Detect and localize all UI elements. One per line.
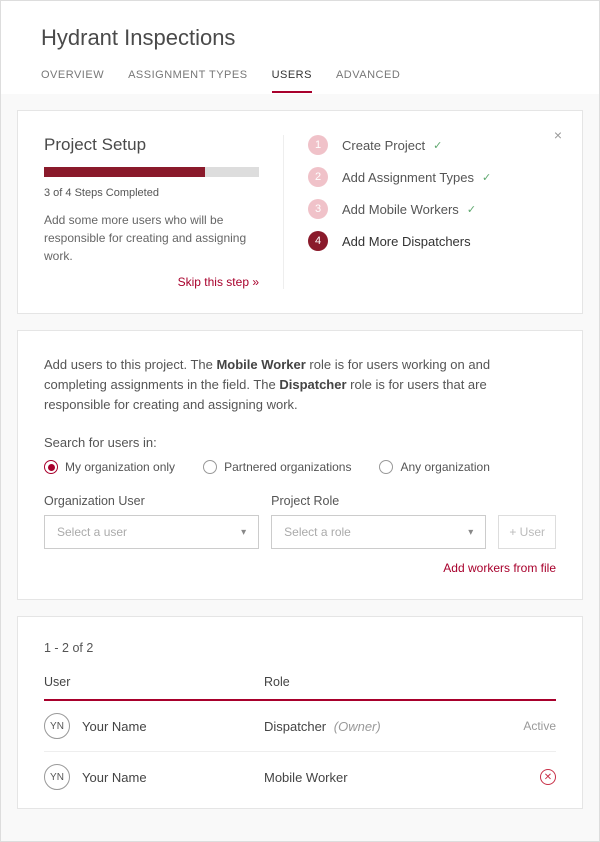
tabs: OVERVIEW ASSIGNMENT TYPES USERS ADVANCED — [41, 69, 559, 94]
progress-label: 3 of 4 Steps Completed — [44, 187, 259, 199]
radio-icon — [379, 460, 393, 474]
user-role: Mobile Worker — [264, 770, 348, 785]
user-role-suffix: (Owner) — [334, 719, 381, 734]
radio-my-org[interactable]: My organization only — [44, 460, 175, 474]
add-workers-from-file-link[interactable]: Add workers from file — [44, 561, 556, 575]
tab-assignment-types[interactable]: ASSIGNMENT TYPES — [128, 69, 247, 93]
users-table-panel: 1 - 2 of 2 User Role YN Your Name Dispat… — [17, 616, 583, 809]
radio-icon — [44, 460, 58, 474]
check-icon: ✓ — [433, 139, 442, 152]
tab-users[interactable]: USERS — [272, 69, 312, 93]
step-label: Create Project — [342, 138, 425, 153]
project-setup-panel: Project Setup 3 of 4 Steps Completed Add… — [17, 110, 583, 314]
add-user-button[interactable]: + User — [498, 515, 556, 549]
search-scope-label: Search for users in: — [44, 435, 556, 450]
step-badge: 3 — [308, 199, 328, 219]
org-user-select[interactable]: Select a user ▾ — [44, 515, 259, 549]
table-row: YN Your Name Dispatcher (Owner) Active — [44, 701, 556, 752]
radio-any-org[interactable]: Any organization — [379, 460, 489, 474]
step-badge: 4 — [308, 231, 328, 251]
table-header: User Role — [44, 675, 556, 701]
skip-step-link[interactable]: Skip this step » — [44, 275, 259, 289]
delete-row-button[interactable]: ✕ — [540, 769, 556, 785]
tab-overview[interactable]: OVERVIEW — [41, 69, 104, 93]
step-create-project: 1 Create Project ✓ — [308, 135, 556, 155]
progress-bar — [44, 167, 259, 177]
project-role-select[interactable]: Select a role ▾ — [271, 515, 486, 549]
step-add-more-dispatchers: 4 Add More Dispatchers — [308, 231, 556, 251]
step-add-mobile-workers: 3 Add Mobile Workers ✓ — [308, 199, 556, 219]
step-badge: 2 — [308, 167, 328, 187]
step-add-assignment-types: 2 Add Assignment Types ✓ — [308, 167, 556, 187]
page-title: Hydrant Inspections — [41, 25, 559, 51]
step-label: Add Assignment Types — [342, 170, 474, 185]
avatar: YN — [44, 713, 70, 739]
row-count: 1 - 2 of 2 — [44, 641, 556, 655]
check-icon: ✓ — [482, 171, 491, 184]
check-icon: ✓ — [467, 203, 476, 216]
radio-partnered-orgs[interactable]: Partnered organizations — [203, 460, 351, 474]
radio-icon — [203, 460, 217, 474]
setup-description: Add some more users who will be responsi… — [44, 211, 259, 265]
step-badge: 1 — [308, 135, 328, 155]
users-intro-text: Add users to this project. The Mobile Wo… — [44, 355, 556, 415]
status-badge: Active — [523, 719, 556, 733]
user-role: Dispatcher — [264, 719, 326, 734]
add-users-panel: Add users to this project. The Mobile Wo… — [17, 330, 583, 600]
step-label: Add Mobile Workers — [342, 202, 459, 217]
step-label: Add More Dispatchers — [342, 234, 471, 249]
user-name: Your Name — [82, 719, 147, 734]
chevron-down-icon: ▾ — [468, 527, 473, 538]
search-scope-radios: My organization only Partnered organizat… — [44, 460, 556, 474]
col-header-role: Role — [264, 675, 556, 689]
chevron-down-icon: ▾ — [241, 527, 246, 538]
col-header-user: User — [44, 675, 264, 689]
avatar: YN — [44, 764, 70, 790]
tab-advanced[interactable]: ADVANCED — [336, 69, 400, 93]
org-user-label: Organization User — [44, 494, 259, 508]
close-icon[interactable]: × — [554, 127, 562, 143]
setup-title: Project Setup — [44, 135, 259, 155]
table-row: YN Your Name Mobile Worker ✕ — [44, 752, 556, 802]
user-name: Your Name — [82, 770, 147, 785]
project-role-label: Project Role — [271, 494, 486, 508]
